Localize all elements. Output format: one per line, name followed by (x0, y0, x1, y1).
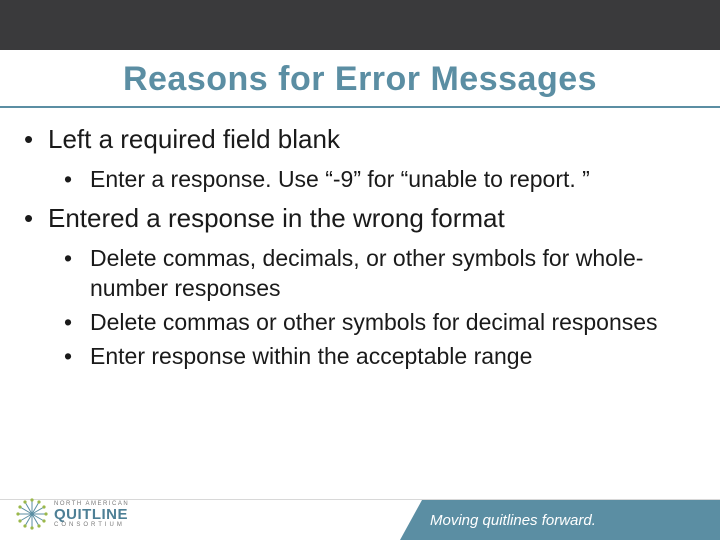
sub-bullet-item: Enter a response. Use “-9” for “unable t… (60, 165, 698, 195)
slide-title: Reasons for Error Messages (0, 60, 720, 99)
logo-burst-icon (16, 498, 48, 530)
sub-bullet-text: Enter response within the acceptable ran… (90, 343, 532, 369)
bullet-text: Entered a response in the wrong format (48, 203, 505, 233)
slide-body: Left a required field blank Enter a resp… (22, 122, 698, 378)
logo-text: NORTH AMERICAN QUITLINE CONSORTIUM (54, 501, 129, 528)
logo-sub-text: CONSORTIUM (54, 522, 129, 528)
sub-bullet-item: Delete commas, decimals, or other symbol… (60, 244, 698, 304)
slide: Reasons for Error Messages Left a requir… (0, 0, 720, 540)
bullet-item: Entered a response in the wrong format D… (22, 201, 698, 372)
header-bar (0, 0, 720, 50)
tagline-banner: Moving quitlines forward. (400, 500, 720, 540)
title-underline (0, 106, 720, 108)
tagline-text: Moving quitlines forward. (430, 512, 596, 529)
slide-footer: NORTH AMERICAN QUITLINE CONSORTIUM Movin… (0, 486, 720, 540)
sub-bullet-text: Delete commas, decimals, or other symbol… (90, 245, 643, 301)
sub-bullet-text: Enter a response. Use “-9” for “unable t… (90, 166, 590, 192)
bullet-text: Left a required field blank (48, 124, 340, 154)
logo-main-text: QUITLINE (54, 507, 129, 522)
sub-bullet-text: Delete commas or other symbols for decim… (90, 309, 658, 335)
sub-bullet-item: Delete commas or other symbols for decim… (60, 308, 698, 338)
sub-bullet-item: Enter response within the acceptable ran… (60, 342, 698, 372)
bullet-item: Left a required field blank Enter a resp… (22, 122, 698, 195)
footer-logo: NORTH AMERICAN QUITLINE CONSORTIUM (16, 498, 129, 530)
